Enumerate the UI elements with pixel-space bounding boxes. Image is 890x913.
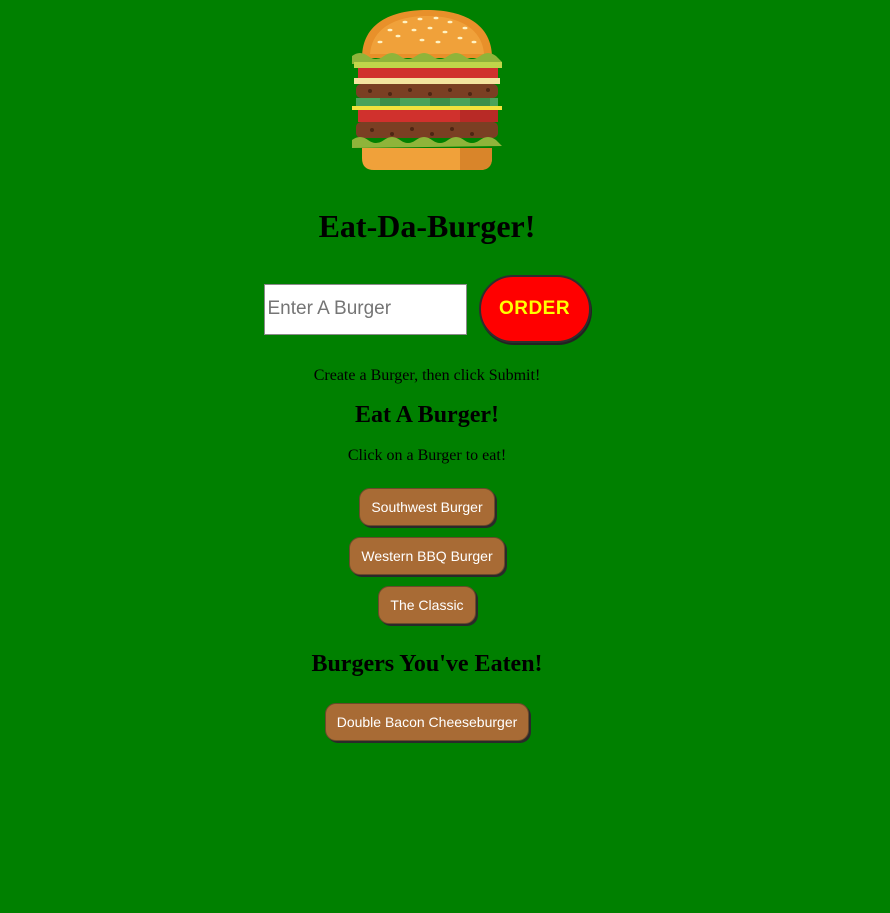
burger-button[interactable]: The Classic — [378, 586, 476, 624]
burger-button[interactable]: Western BBQ Burger — [349, 537, 505, 575]
page-content: Eat-Da-Burger! ORDER Create a Burger, th… — [0, 10, 854, 741]
eaten-burger-list: Double Bacon Cheeseburger — [0, 703, 854, 741]
burger-button[interactable]: Southwest Burger — [359, 488, 495, 526]
eat-section-hint: Click on a Burger to eat! — [347, 447, 507, 464]
order-hint: Create a Burger, then click Submit! — [313, 367, 541, 384]
eat-section-heading: Eat A Burger! — [355, 402, 499, 428]
order-button[interactable]: ORDER — [478, 275, 591, 343]
uneaten-burger-list: Southwest Burger Western BBQ Burger The … — [0, 488, 854, 624]
eaten-section-heading: Burgers You've Eaten! — [311, 651, 543, 677]
page-title: Eat-Da-Burger! — [318, 208, 536, 244]
eaten-burger-button[interactable]: Double Bacon Cheeseburger — [324, 703, 530, 741]
burger-icon — [352, 10, 502, 170]
burger-name-input[interactable] — [263, 283, 467, 335]
order-form: ORDER — [0, 274, 854, 344]
